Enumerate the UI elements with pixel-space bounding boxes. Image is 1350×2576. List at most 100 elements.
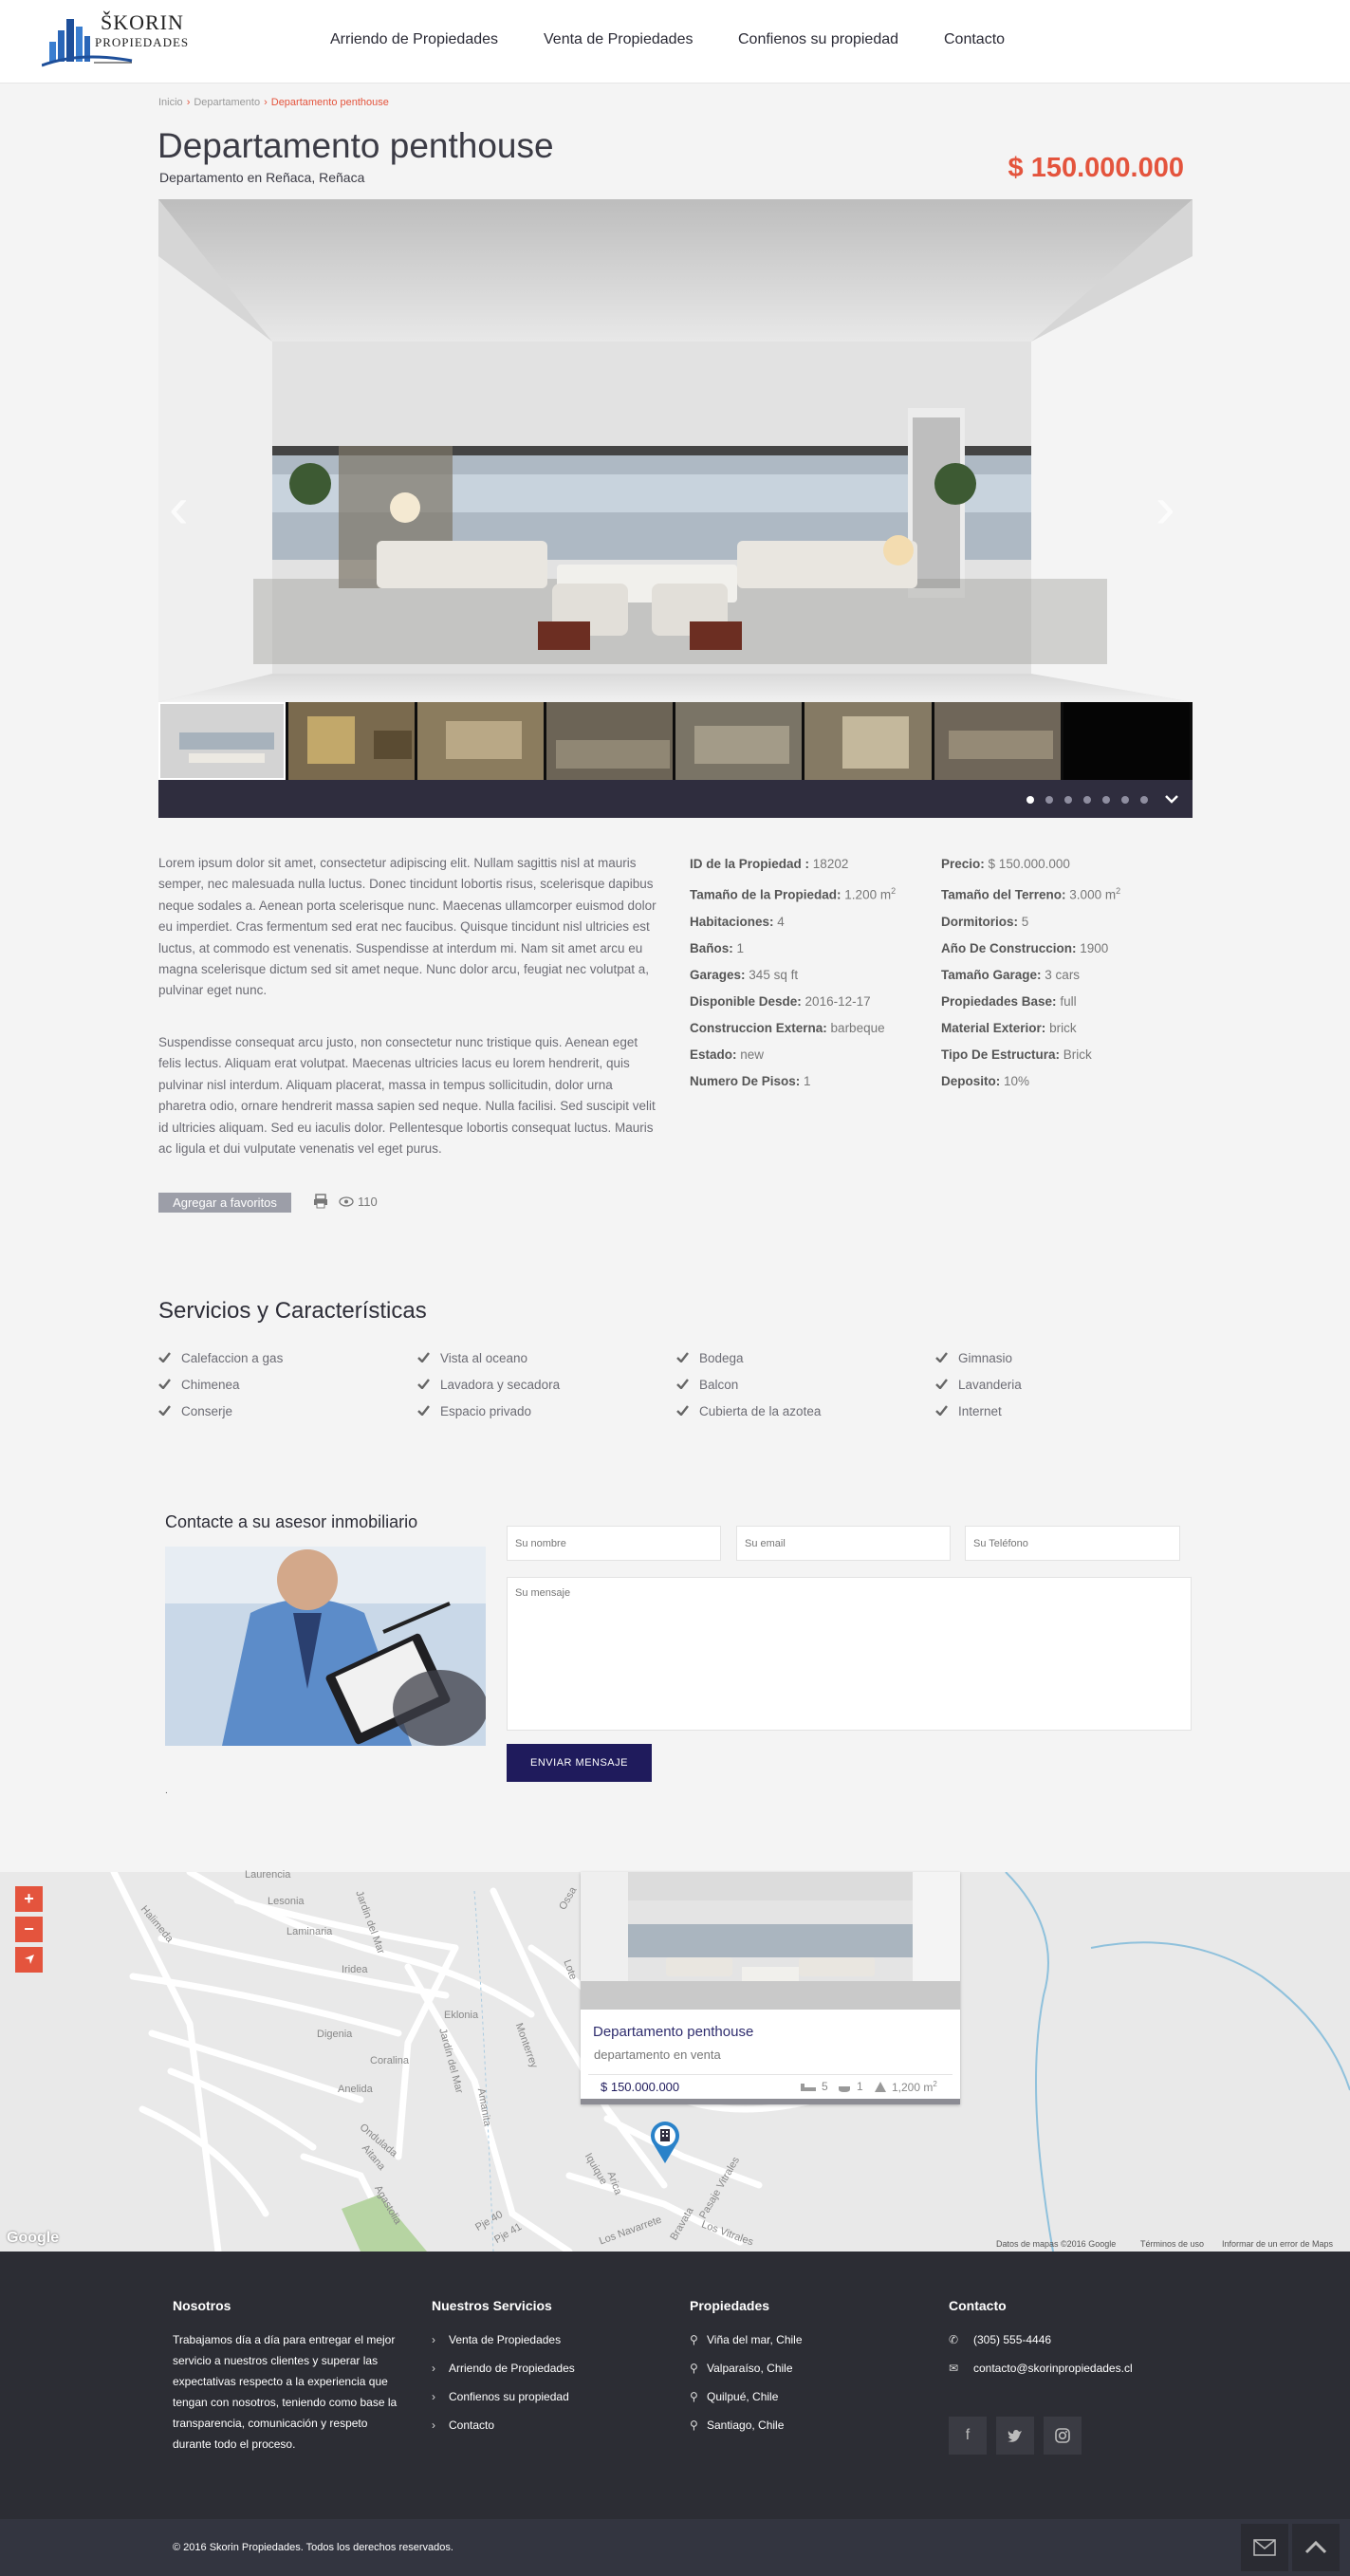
property-location: Departamento en Reñaca, Reñaca	[159, 170, 365, 185]
check-icon	[417, 1351, 440, 1365]
detail-label: Construccion Externa:	[690, 1020, 827, 1035]
map-pin-icon[interactable]	[649, 2121, 681, 2164]
instagram-icon[interactable]	[1044, 2417, 1082, 2455]
description-paragraph: Lorem ipsum dolor sit amet, consectetur …	[158, 856, 657, 998]
service-item: Chimenea	[158, 1378, 240, 1392]
property-detail-row: Disponible Desde: 2016-12-17	[690, 992, 936, 1011]
gallery-thumbnail[interactable]	[804, 702, 932, 780]
property-price: $ 150.000.000	[1008, 153, 1184, 183]
property-detail-row: Baños: 1	[690, 939, 936, 958]
nav-arriendo[interactable]: Arriendo de Propiedades	[330, 31, 498, 48]
map-info-card[interactable]	[581, 1872, 960, 2104]
breadcrumb-current: Departamento penthouse	[270, 97, 389, 108]
gallery-dot[interactable]	[1121, 796, 1129, 804]
nav-venta[interactable]: Venta de Propiedades	[544, 31, 693, 48]
message-textarea[interactable]	[507, 1577, 1192, 1731]
detail-value: 18202	[812, 857, 849, 871]
map-terms-link[interactable]: Términos de uso	[1140, 2239, 1204, 2249]
gallery-next-arrow[interactable]: ›	[1156, 474, 1175, 542]
gallery-thumbnail[interactable]	[158, 702, 286, 780]
phone-input[interactable]	[965, 1526, 1180, 1561]
print-icon[interactable]	[313, 1194, 328, 1209]
add-favorite-button[interactable]: Agregar a favoritos	[158, 1193, 291, 1213]
map-zoom-in-button[interactable]: +	[15, 1886, 43, 1912]
gallery-thumbnail[interactable]	[416, 702, 544, 780]
footer-link-confienos[interactable]: › Confienos su propiedad	[432, 2390, 569, 2403]
nav-confienos[interactable]: Confienos su propiedad	[738, 31, 898, 48]
property-detail-row: Precio: $ 150.000.000	[941, 855, 1188, 874]
breadcrumb-home[interactable]: Inicio	[158, 97, 183, 108]
email-float-button[interactable]	[1241, 2524, 1288, 2571]
footer-properties-title: Propiedades	[690, 2298, 770, 2313]
breadcrumb-category[interactable]: Departamento	[194, 97, 260, 108]
footer-email[interactable]: ✉ contacto@skorinpropiedades.cl	[949, 2362, 1133, 2375]
detail-label: Numero De Pisos:	[690, 1073, 801, 1088]
service-item: Cubierta de la azotea	[676, 1404, 821, 1418]
footer-link-venta[interactable]: › Venta de Propiedades	[432, 2333, 561, 2346]
map-street-label: Coralina	[370, 2055, 409, 2066]
gallery-thumbnail[interactable]	[675, 702, 803, 780]
name-input[interactable]	[507, 1526, 721, 1561]
gallery-thumbnail[interactable]	[934, 702, 1061, 780]
services-title: Servicios y Características	[158, 1298, 427, 1324]
service-item: Lavanderia	[935, 1378, 1022, 1392]
gallery-dot[interactable]	[1026, 796, 1034, 804]
map-locate-button[interactable]	[15, 1947, 43, 1973]
detail-label: Propiedades Base:	[941, 993, 1057, 1009]
service-item: Conserje	[158, 1404, 232, 1418]
service-item: Internet	[935, 1404, 1002, 1418]
property-detail-row: Garages: 345 sq ft	[690, 966, 936, 985]
footer-link-arriendo[interactable]: › Arriendo de Propiedades	[432, 2362, 575, 2375]
footer-phone[interactable]: ✆ (305) 555-4446	[949, 2333, 1051, 2346]
detail-label: Año De Construccion:	[941, 940, 1077, 955]
gallery-main-photo[interactable]	[158, 199, 1193, 702]
detail-label: Deposito:	[941, 1073, 1001, 1088]
phone-icon: ✆	[949, 2333, 959, 2346]
gallery-dot[interactable]	[1083, 796, 1091, 804]
detail-value: 4	[777, 914, 785, 929]
gallery-dot[interactable]	[1064, 796, 1072, 804]
property-detail-row: Tipo De Estructura: Brick	[941, 1046, 1188, 1065]
twitter-icon[interactable]	[996, 2417, 1034, 2455]
footer-location-link[interactable]: ⚲ Viña del mar, Chile	[690, 2333, 803, 2346]
service-label: Internet	[958, 1404, 1002, 1418]
service-label: Calefaccion a gas	[181, 1351, 284, 1365]
gallery-thumbnail[interactable]	[546, 702, 674, 780]
gallery-dot[interactable]	[1045, 796, 1053, 804]
gallery-dot[interactable]	[1102, 796, 1110, 804]
email-input[interactable]	[736, 1526, 951, 1561]
map-card-title[interactable]: Departamento penthouse	[593, 2024, 753, 2040]
gallery-thumbnail[interactable]	[1063, 702, 1190, 780]
footer-location-link[interactable]: ⚲ Quilpué, Chile	[690, 2390, 778, 2403]
detail-label: ID de la Propiedad :	[690, 857, 810, 871]
footer-link-contacto[interactable]: › Contacto	[432, 2418, 494, 2432]
service-label: Balcon	[699, 1378, 739, 1392]
property-detail-row: Construccion Externa: barbeque	[690, 1019, 936, 1038]
footer-location-link[interactable]: ⚲ Santiago, Chile	[690, 2418, 784, 2432]
map-card-price: $ 150.000.000	[601, 2080, 680, 2094]
scroll-top-button[interactable]	[1292, 2524, 1340, 2571]
gallery-dot[interactable]	[1140, 796, 1148, 804]
google-logo: Google	[7, 2230, 60, 2246]
map-card-photo	[581, 1872, 960, 2010]
property-detail-row: Tamaño del Terreno: 3.000 m2	[941, 881, 1188, 905]
agent-photo	[165, 1547, 486, 1746]
detail-value: 3 cars	[1045, 967, 1081, 982]
footer-about-text: Trabajamos día a día para entregar el me…	[173, 2333, 398, 2451]
property-detail-row: ID de la Propiedad : 18202	[690, 855, 936, 874]
detail-value: 345 sq ft	[749, 967, 799, 982]
map-report-link[interactable]: Informar de un error de Maps	[1222, 2239, 1333, 2249]
detail-value: brick	[1049, 1020, 1077, 1035]
detail-label: Tamaño de la Propiedad:	[690, 887, 841, 902]
chevron-up-icon	[1304, 2540, 1327, 2554]
send-message-button[interactable]: ENVIAR MENSAJE	[507, 1744, 652, 1782]
chevron-down-icon[interactable]	[1164, 791, 1179, 806]
facebook-icon[interactable]: f	[949, 2417, 987, 2455]
service-label: Chimenea	[181, 1378, 240, 1392]
footer-location-link[interactable]: ⚲ Valparaíso, Chile	[690, 2362, 793, 2375]
map-zoom-out-button[interactable]: −	[15, 1917, 43, 1942]
gallery-prev-arrow[interactable]: ‹	[169, 474, 189, 542]
service-item: Balcon	[676, 1378, 738, 1392]
gallery-thumbnail[interactable]	[287, 702, 415, 780]
nav-contacto[interactable]: Contacto	[944, 31, 1005, 48]
